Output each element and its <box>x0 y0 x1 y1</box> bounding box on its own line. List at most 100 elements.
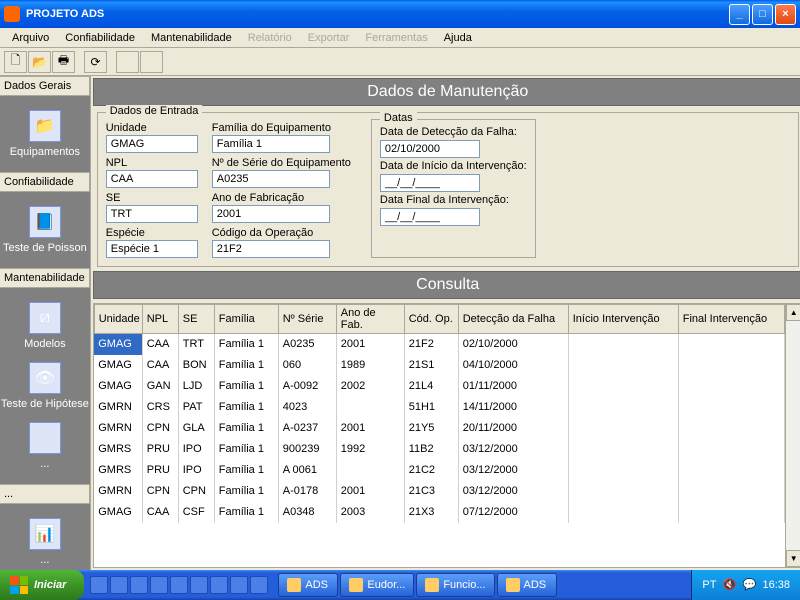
sidebar-item[interactable]: 📘Teste de Poisson <box>0 200 90 260</box>
sidebar-item[interactable]: 📊... <box>0 512 90 572</box>
table-cell[interactable]: 21F2 <box>404 334 458 355</box>
start-button[interactable]: Iniciar <box>0 570 84 600</box>
table-cell[interactable]: 14/11/2000 <box>458 397 568 418</box>
table-cell[interactable]: GMRN <box>94 418 142 439</box>
table-cell[interactable]: Família 1 <box>214 397 278 418</box>
table-row[interactable]: GMRSPRUIPOFamília 1900239199211B203/12/2… <box>94 439 784 460</box>
ql-icon[interactable] <box>230 576 248 594</box>
table-cell[interactable]: 03/12/2000 <box>458 460 568 481</box>
table-cell[interactable]: Família 1 <box>214 334 278 355</box>
table-cell[interactable]: 21S1 <box>404 355 458 376</box>
table-row[interactable]: GMAGCAABONFamília 1060198921S104/10/2000 <box>94 355 784 376</box>
taskbar-button[interactable]: Eudor... <box>340 573 414 597</box>
table-cell[interactable]: 04/10/2000 <box>458 355 568 376</box>
ql-icon[interactable] <box>90 576 108 594</box>
ql-icon[interactable] <box>190 576 208 594</box>
table-cell[interactable]: 2001 <box>336 481 404 502</box>
table-cell[interactable]: 1989 <box>336 355 404 376</box>
print-button[interactable]: 🖶 <box>52 51 75 73</box>
table-cell[interactable]: 51H1 <box>404 397 458 418</box>
table-cell[interactable] <box>678 397 784 418</box>
table-cell[interactable] <box>568 334 678 355</box>
ql-icon[interactable] <box>170 576 188 594</box>
familia-input[interactable] <box>212 135 330 153</box>
table-cell[interactable] <box>678 418 784 439</box>
scroll-down-button[interactable]: ▼ <box>786 550 800 567</box>
table-cell[interactable]: LJD <box>178 376 214 397</box>
system-tray[interactable]: PT 🔇 💬 16:38 <box>691 570 800 600</box>
table-cell[interactable] <box>568 439 678 460</box>
menu-confiabilidade[interactable]: Confiabilidade <box>57 30 143 46</box>
table-cell[interactable]: 03/12/2000 <box>458 439 568 460</box>
table-cell[interactable]: GMAG <box>94 334 142 355</box>
table-cell[interactable]: GMAG <box>94 502 142 523</box>
column-header[interactable]: Ano de Fab. <box>336 305 404 334</box>
ql-icon[interactable] <box>130 576 148 594</box>
table-cell[interactable]: A-0178 <box>278 481 336 502</box>
table-cell[interactable]: 21Y5 <box>404 418 458 439</box>
final-input[interactable] <box>380 208 480 226</box>
menu-relatório[interactable]: Relatório <box>240 30 300 46</box>
maximize-button[interactable]: □ <box>752 4 773 25</box>
table-cell[interactable]: 1992 <box>336 439 404 460</box>
codop-input[interactable] <box>212 240 330 258</box>
table-cell[interactable]: 21C3 <box>404 481 458 502</box>
table-cell[interactable]: Família 1 <box>214 460 278 481</box>
table-cell[interactable]: GMRN <box>94 397 142 418</box>
tray-icon[interactable]: 🔇 <box>722 578 736 592</box>
anofab-input[interactable] <box>212 205 330 223</box>
table-cell[interactable]: Família 1 <box>214 355 278 376</box>
table-cell[interactable]: 21X3 <box>404 502 458 523</box>
table-cell[interactable]: Família 1 <box>214 481 278 502</box>
sidebar-category[interactable]: Mantenabilidade <box>0 268 90 288</box>
table-cell[interactable]: CAA <box>142 355 178 376</box>
table-cell[interactable] <box>678 502 784 523</box>
table-cell[interactable]: 02/10/2000 <box>458 334 568 355</box>
table-cell[interactable] <box>678 376 784 397</box>
column-header[interactable]: Cód. Op. <box>404 305 458 334</box>
table-cell[interactable]: 03/12/2000 <box>458 481 568 502</box>
column-header[interactable]: NPL <box>142 305 178 334</box>
table-cell[interactable]: A0348 <box>278 502 336 523</box>
table-cell[interactable]: A 0061 <box>278 460 336 481</box>
tray-lang[interactable]: PT <box>702 579 716 591</box>
table-cell[interactable]: 060 <box>278 355 336 376</box>
table-cell[interactable]: IPO <box>178 460 214 481</box>
table-cell[interactable]: CAA <box>142 502 178 523</box>
scroll-up-button[interactable]: ▲ <box>786 304 800 321</box>
menu-ajuda[interactable]: Ajuda <box>436 30 480 46</box>
table-row[interactable]: GMRNCPNGLAFamília 1A-0237200121Y520/11/2… <box>94 418 784 439</box>
menu-ferramentas[interactable]: Ferramentas <box>357 30 435 46</box>
table-cell[interactable]: IPO <box>178 439 214 460</box>
table-cell[interactable]: 07/12/2000 <box>458 502 568 523</box>
sidebar-item[interactable]: ... <box>0 416 90 476</box>
table-cell[interactable]: 21L4 <box>404 376 458 397</box>
table-cell[interactable]: GMAG <box>94 355 142 376</box>
table-row[interactable]: GMRNCPNCPNFamília 1A-0178200121C303/12/2… <box>94 481 784 502</box>
tray-icon[interactable]: 💬 <box>742 578 756 592</box>
scroll-track[interactable] <box>786 321 800 550</box>
table-cell[interactable]: GMRS <box>94 439 142 460</box>
table-cell[interactable]: PRU <box>142 460 178 481</box>
table-row[interactable]: GMRNCRSPATFamília 1402351H114/11/2000 <box>94 397 784 418</box>
table-cell[interactable] <box>568 460 678 481</box>
toolbar-blank-2[interactable] <box>140 51 163 73</box>
ql-icon[interactable] <box>150 576 168 594</box>
table-cell[interactable] <box>568 355 678 376</box>
vertical-scrollbar[interactable]: ▲ ▼ <box>785 304 800 567</box>
table-cell[interactable] <box>678 439 784 460</box>
sidebar-item[interactable]: 👁Teste de Hipótese <box>0 356 90 416</box>
ql-icon[interactable] <box>210 576 228 594</box>
taskbar-button[interactable]: Funcio... <box>416 573 494 597</box>
sidebar-category[interactable]: ... <box>0 484 90 504</box>
table-cell[interactable]: GAN <box>142 376 178 397</box>
column-header[interactable]: Unidade <box>94 305 142 334</box>
ql-icon[interactable] <box>250 576 268 594</box>
sidebar-item[interactable]: 📁Equipamentos <box>0 104 90 164</box>
table-cell[interactable] <box>568 397 678 418</box>
table-cell[interactable]: Família 1 <box>214 376 278 397</box>
table-cell[interactable]: GLA <box>178 418 214 439</box>
unidade-input[interactable] <box>106 135 198 153</box>
table-cell[interactable]: CRS <box>142 397 178 418</box>
table-cell[interactable]: GMAG <box>94 376 142 397</box>
